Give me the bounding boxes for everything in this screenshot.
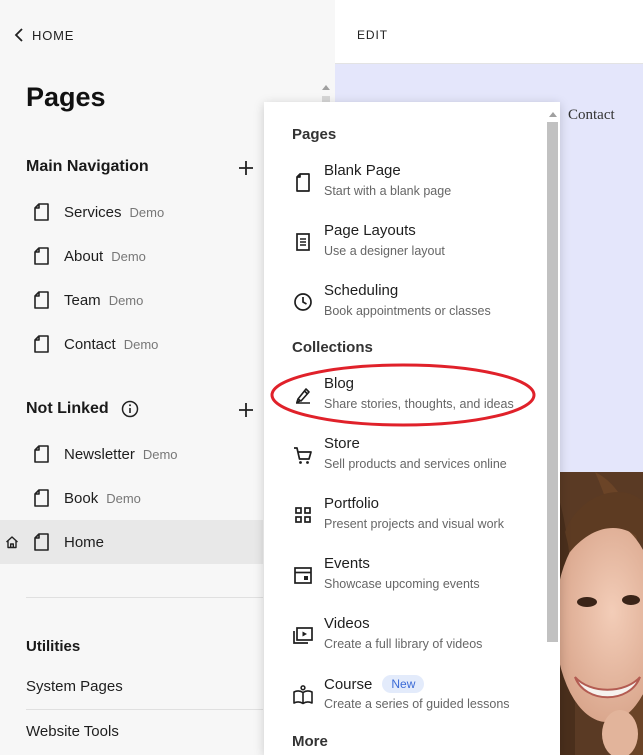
menu-item-subtitle: Use a designer layout	[324, 244, 445, 258]
blank-page-icon	[296, 173, 310, 192]
cart-icon	[294, 447, 312, 464]
page-icon	[34, 247, 49, 265]
nav-item-label: Book	[64, 489, 99, 507]
demo-tag: Demo	[111, 248, 146, 264]
menu-item-title: Page Layouts	[324, 222, 416, 239]
new-badge: New	[382, 675, 425, 693]
menu-item-title: Events	[324, 555, 370, 572]
page-icon	[34, 203, 49, 221]
clock-icon	[294, 293, 312, 311]
menu-item-title: Portfolio	[324, 495, 380, 512]
homepage-house-icon	[6, 536, 18, 549]
menu-item-page-layouts[interactable]: Page Layouts Use a designer layout	[264, 214, 544, 274]
menu-item-course[interactable]: Course New Create a series of guided less…	[264, 667, 544, 727]
page-icon	[34, 489, 49, 507]
divider	[26, 597, 263, 598]
menu-item-subtitle: Present projects and visual work	[324, 517, 504, 531]
page-title: Pages	[26, 82, 106, 112]
menu-scrollbar-thumb[interactable]	[547, 122, 558, 642]
menu-section-more: More	[292, 733, 328, 750]
layout-icon	[296, 233, 310, 251]
demo-tag: Demo	[106, 490, 141, 506]
menu-item-title: Scheduling	[324, 282, 399, 299]
page-icon	[34, 291, 49, 309]
nav-item-label: Home	[64, 533, 105, 551]
video-icon	[293, 627, 313, 644]
home-back-link[interactable]: HOME	[14, 26, 74, 44]
menu-item-subtitle: Create a full library of videos	[324, 637, 483, 651]
divider	[26, 709, 263, 710]
menu-item-portfolio[interactable]: Portfolio Present projects and visual wo…	[264, 487, 544, 547]
scroll-up-arrow-icon[interactable]	[320, 82, 332, 92]
not-linked-heading: Not Linked	[26, 400, 139, 418]
main-navigation-label: Main Navigation	[26, 158, 149, 175]
grid-icon	[295, 507, 311, 523]
edit-button[interactable]: EDIT	[357, 28, 388, 42]
main-navigation-heading: Main Navigation	[26, 158, 149, 176]
nav-item-newsletter[interactable]: Newsletter Demo	[0, 432, 263, 476]
nav-item-label: Newsletter	[64, 445, 135, 463]
page-icon	[34, 335, 49, 353]
menu-item-blank-page[interactable]: Blank Page Start with a blank page	[264, 154, 544, 214]
utility-system-pages[interactable]: System Pages	[26, 678, 123, 695]
demo-tag: Demo	[123, 336, 159, 352]
nav-item-label: Team	[64, 291, 101, 309]
nav-item-home[interactable]: Home	[0, 520, 263, 564]
menu-item-subtitle: Share stories, thoughts, and ideas	[324, 397, 514, 411]
menu-item-subtitle: Start with a blank page	[324, 184, 452, 198]
demo-tag: Demo	[142, 446, 178, 462]
nav-item-label: About	[64, 247, 104, 265]
menu-section-pages: Pages	[292, 126, 337, 143]
utility-website-tools[interactable]: Website Tools	[26, 723, 119, 740]
menu-item-events[interactable]: Events Showcase upcoming events	[264, 547, 544, 607]
menu-scroll-up-arrow-icon[interactable]	[548, 110, 558, 118]
menu-item-title: Blank Page	[324, 162, 401, 179]
book-icon	[293, 685, 313, 705]
add-unlinked-page-plus-icon[interactable]	[238, 402, 254, 418]
add-page-menu: Pages Blank Page Start with a blank page…	[264, 102, 560, 755]
nav-item-services[interactable]: Services Demo	[0, 190, 263, 234]
menu-item-title: Videos	[324, 615, 370, 632]
demo-tag: Demo	[108, 292, 144, 308]
menu-item-store[interactable]: Store Sell products and services online	[264, 427, 544, 487]
nav-item-team[interactable]: Team Demo	[0, 278, 263, 322]
edit-bar: EDIT	[335, 0, 643, 64]
nav-item-label: Services	[64, 203, 122, 221]
nav-item-label: Contact	[64, 335, 116, 353]
utilities-heading: Utilities	[26, 638, 81, 655]
nav-item-contact[interactable]: Contact Demo	[0, 322, 263, 366]
menu-item-subtitle: Showcase upcoming events	[324, 577, 480, 591]
menu-item-subtitle: Book appointments or classes	[324, 304, 491, 318]
info-icon[interactable]	[121, 400, 139, 418]
home-link-label: HOME	[32, 27, 75, 43]
menu-section-collections: Collections	[292, 339, 373, 356]
menu-item-subtitle: Sell products and services online	[324, 457, 507, 471]
menu-item-subtitle: Create a series of guided lessons	[324, 697, 510, 711]
calendar-icon	[294, 567, 312, 584]
add-main-nav-page-plus-icon[interactable]	[238, 160, 254, 176]
menu-item-scheduling[interactable]: Scheduling Book appointments or classes	[264, 274, 544, 334]
menu-item-title: Store	[324, 435, 360, 452]
not-linked-label: Not Linked	[26, 400, 109, 417]
menu-item-videos[interactable]: Videos Create a full library of videos	[264, 607, 544, 667]
menu-item-blog[interactable]: Blog Share stories, thoughts, and ideas	[264, 367, 544, 427]
menu-item-title-text: Course	[324, 676, 373, 693]
pen-icon	[296, 388, 310, 404]
preview-nav-contact-link[interactable]: Contact	[568, 107, 615, 124]
nav-item-about[interactable]: About Demo	[0, 234, 263, 278]
menu-item-title: Course New	[324, 675, 425, 693]
demo-tag: Demo	[129, 204, 165, 220]
page-icon	[34, 445, 49, 463]
page-icon	[34, 533, 49, 551]
chevron-left-icon	[14, 28, 23, 42]
menu-item-title: Blog	[324, 375, 355, 392]
nav-item-book[interactable]: Book Demo	[0, 476, 263, 520]
